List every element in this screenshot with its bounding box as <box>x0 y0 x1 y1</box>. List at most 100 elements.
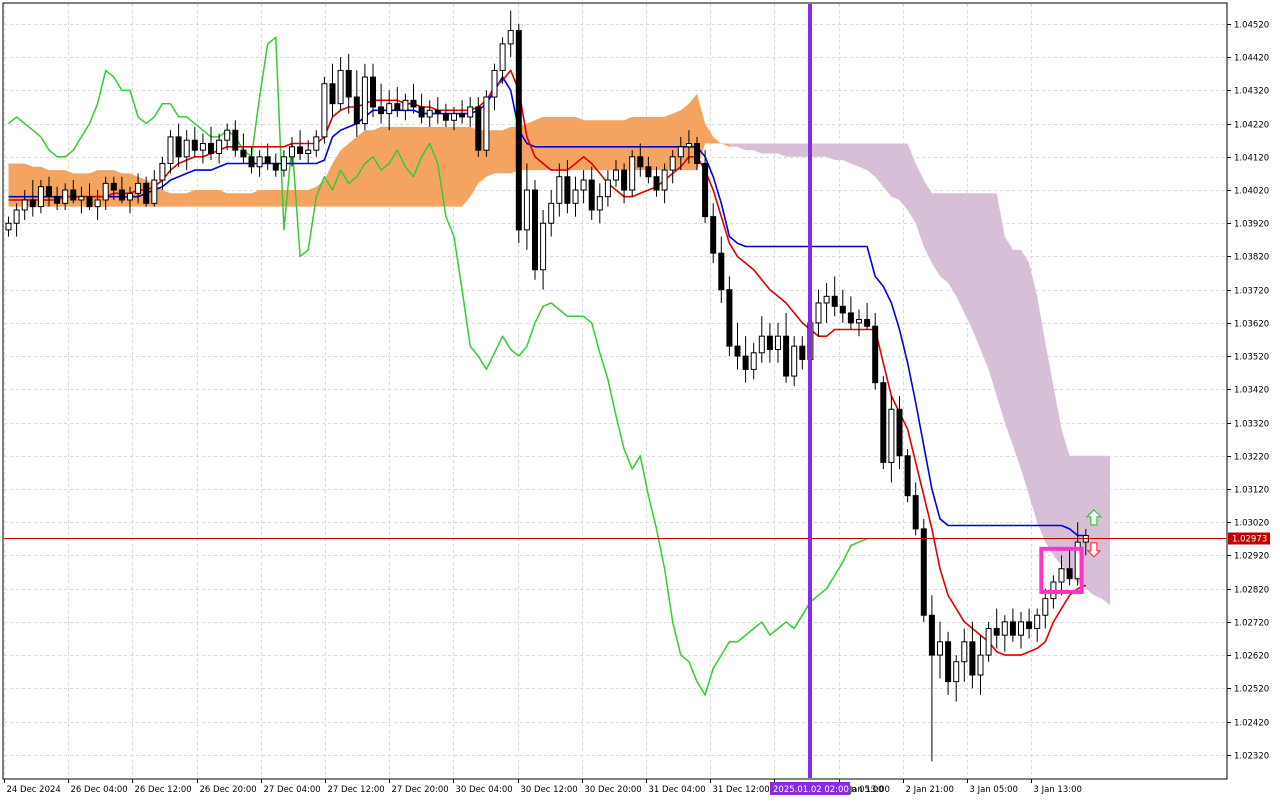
time-tick-label: 3 Jan 05:00 <box>970 785 1018 795</box>
candle-body-bull <box>305 149 312 154</box>
candle-body-bull <box>677 146 684 158</box>
price-tick-label: 1.04420 <box>1234 54 1269 64</box>
candle[interactable] <box>321 77 328 144</box>
candle-body-bear <box>475 106 482 151</box>
candle[interactable] <box>629 150 636 197</box>
time-highlight-tag: 2025.01.02 02:00 <box>770 782 850 795</box>
price-tick-label: 1.04220 <box>1234 121 1269 131</box>
candle-body-bull <box>1018 621 1024 636</box>
candle-body-bear <box>847 312 854 324</box>
candle-body-bull <box>685 143 692 148</box>
candle-body-bear <box>742 355 749 370</box>
candle-body-bull <box>216 139 223 154</box>
candle-body-bear <box>1066 568 1073 580</box>
candle[interactable] <box>483 90 490 157</box>
candle-body-bull <box>661 169 668 191</box>
candle-body-bear <box>70 189 77 201</box>
time-tick-label: 27 Dec 12:00 <box>328 785 385 795</box>
candle-body-bull <box>523 189 530 231</box>
candle-body-bull <box>127 192 133 201</box>
candle-body-bull <box>791 345 798 377</box>
price-tick-label: 1.02320 <box>1234 752 1269 762</box>
candle[interactable] <box>532 180 538 280</box>
price-tick-label: 1.02420 <box>1234 719 1269 729</box>
candle-body-bull <box>256 156 263 168</box>
candle-body-bull <box>402 99 409 111</box>
candle-body-bear <box>1026 621 1033 630</box>
candle-body-bull <box>13 209 20 224</box>
time-tick-label: 2 Jan 21:00 <box>906 785 954 795</box>
candle-body-bear <box>880 382 887 463</box>
candle-body-bull <box>5 222 12 231</box>
candle-body-bear <box>297 146 304 154</box>
candle-body-bear <box>734 345 741 357</box>
candle-body-bull <box>937 641 943 656</box>
candle-body-bull <box>135 182 142 194</box>
candle-body-bull <box>37 186 44 208</box>
price-chart[interactable]: 1.04520 1.04420 1.04320 1.04220 1.04120 1.040… <box>0 0 1280 800</box>
time-tick-label: 26 Dec 12:00 <box>135 785 192 795</box>
candle-body-bear <box>710 216 717 254</box>
candle-body-bull <box>985 628 992 656</box>
candle-body-bull <box>613 169 619 181</box>
candle-body-bear <box>515 30 522 231</box>
candle-body-bear <box>1009 621 1016 636</box>
candle-body-bull <box>199 143 206 151</box>
candle-body-bull <box>1001 621 1008 636</box>
candle-body-bear <box>353 96 360 125</box>
candle-body-bull <box>750 352 757 370</box>
candle-body-bear <box>29 199 36 208</box>
candle-body-bull <box>224 129 231 141</box>
candle-body-bull <box>62 189 69 204</box>
price-tick-label: 1.04120 <box>1234 154 1269 164</box>
time-tick-label: 27 Dec 20:00 <box>392 785 449 795</box>
candle-body-bear <box>783 335 790 377</box>
candle-body-bull <box>102 182 109 201</box>
candle-body-bear <box>766 335 773 350</box>
candle-body-bear <box>442 113 449 121</box>
candle-body-bear <box>191 139 198 151</box>
price-tick-label: 1.03720 <box>1234 287 1269 297</box>
candle-body-bull <box>775 335 781 350</box>
candle-body-bear <box>621 169 628 191</box>
candle-body-bull <box>280 156 287 171</box>
candle-body-bull <box>596 196 603 211</box>
candle-body-bull <box>815 302 822 324</box>
candle-body-bear <box>864 319 871 327</box>
candle[interactable] <box>920 518 927 622</box>
candle[interactable] <box>880 376 887 470</box>
candle-body-bear <box>912 495 919 530</box>
candle-body-bear <box>143 182 150 204</box>
candle[interactable] <box>515 23 522 244</box>
candle-body-bear <box>839 305 846 314</box>
candle-body-bear <box>904 455 911 497</box>
candle-body-bull <box>604 179 611 198</box>
candle-body-bear <box>993 628 1000 636</box>
current-price-tag: 1.02973 <box>1228 532 1270 545</box>
candle[interactable] <box>904 449 911 503</box>
candle-body-bear <box>726 289 733 347</box>
time-tick-label: 30 Dec 20:00 <box>585 785 642 795</box>
candle-body-bear <box>378 106 385 115</box>
candle-body-bear <box>702 162 709 218</box>
candle-body-bull <box>183 139 190 158</box>
price-tick-label: 1.03320 <box>1234 420 1269 430</box>
candle-body-bull <box>78 196 85 201</box>
price-tick-label: 1.02920 <box>1234 552 1269 562</box>
candle-body-bear <box>208 143 214 154</box>
candle-body-bull <box>483 96 490 151</box>
time-tick-label: 26 Dec 04:00 <box>71 785 128 795</box>
candle-body-bear <box>920 528 927 616</box>
time-tick-label: 30 Dec 04:00 <box>456 785 513 795</box>
candle-body-bull <box>1042 598 1049 616</box>
candle-body-bull <box>823 295 830 304</box>
price-tick-label: 1.02620 <box>1234 652 1269 662</box>
candle-body-bull <box>548 202 555 224</box>
candle-body-bull <box>467 106 474 118</box>
chart-container[interactable]: 1.04520 1.04420 1.04320 1.04220 1.04120 1.040… <box>0 0 1280 800</box>
candle-body-bear <box>345 69 352 98</box>
candle-body-bear <box>434 109 441 115</box>
candle-body-bull <box>669 156 676 171</box>
time-tick-label: 26 Dec 20:00 <box>200 785 257 795</box>
candle-body-bull <box>572 189 579 204</box>
